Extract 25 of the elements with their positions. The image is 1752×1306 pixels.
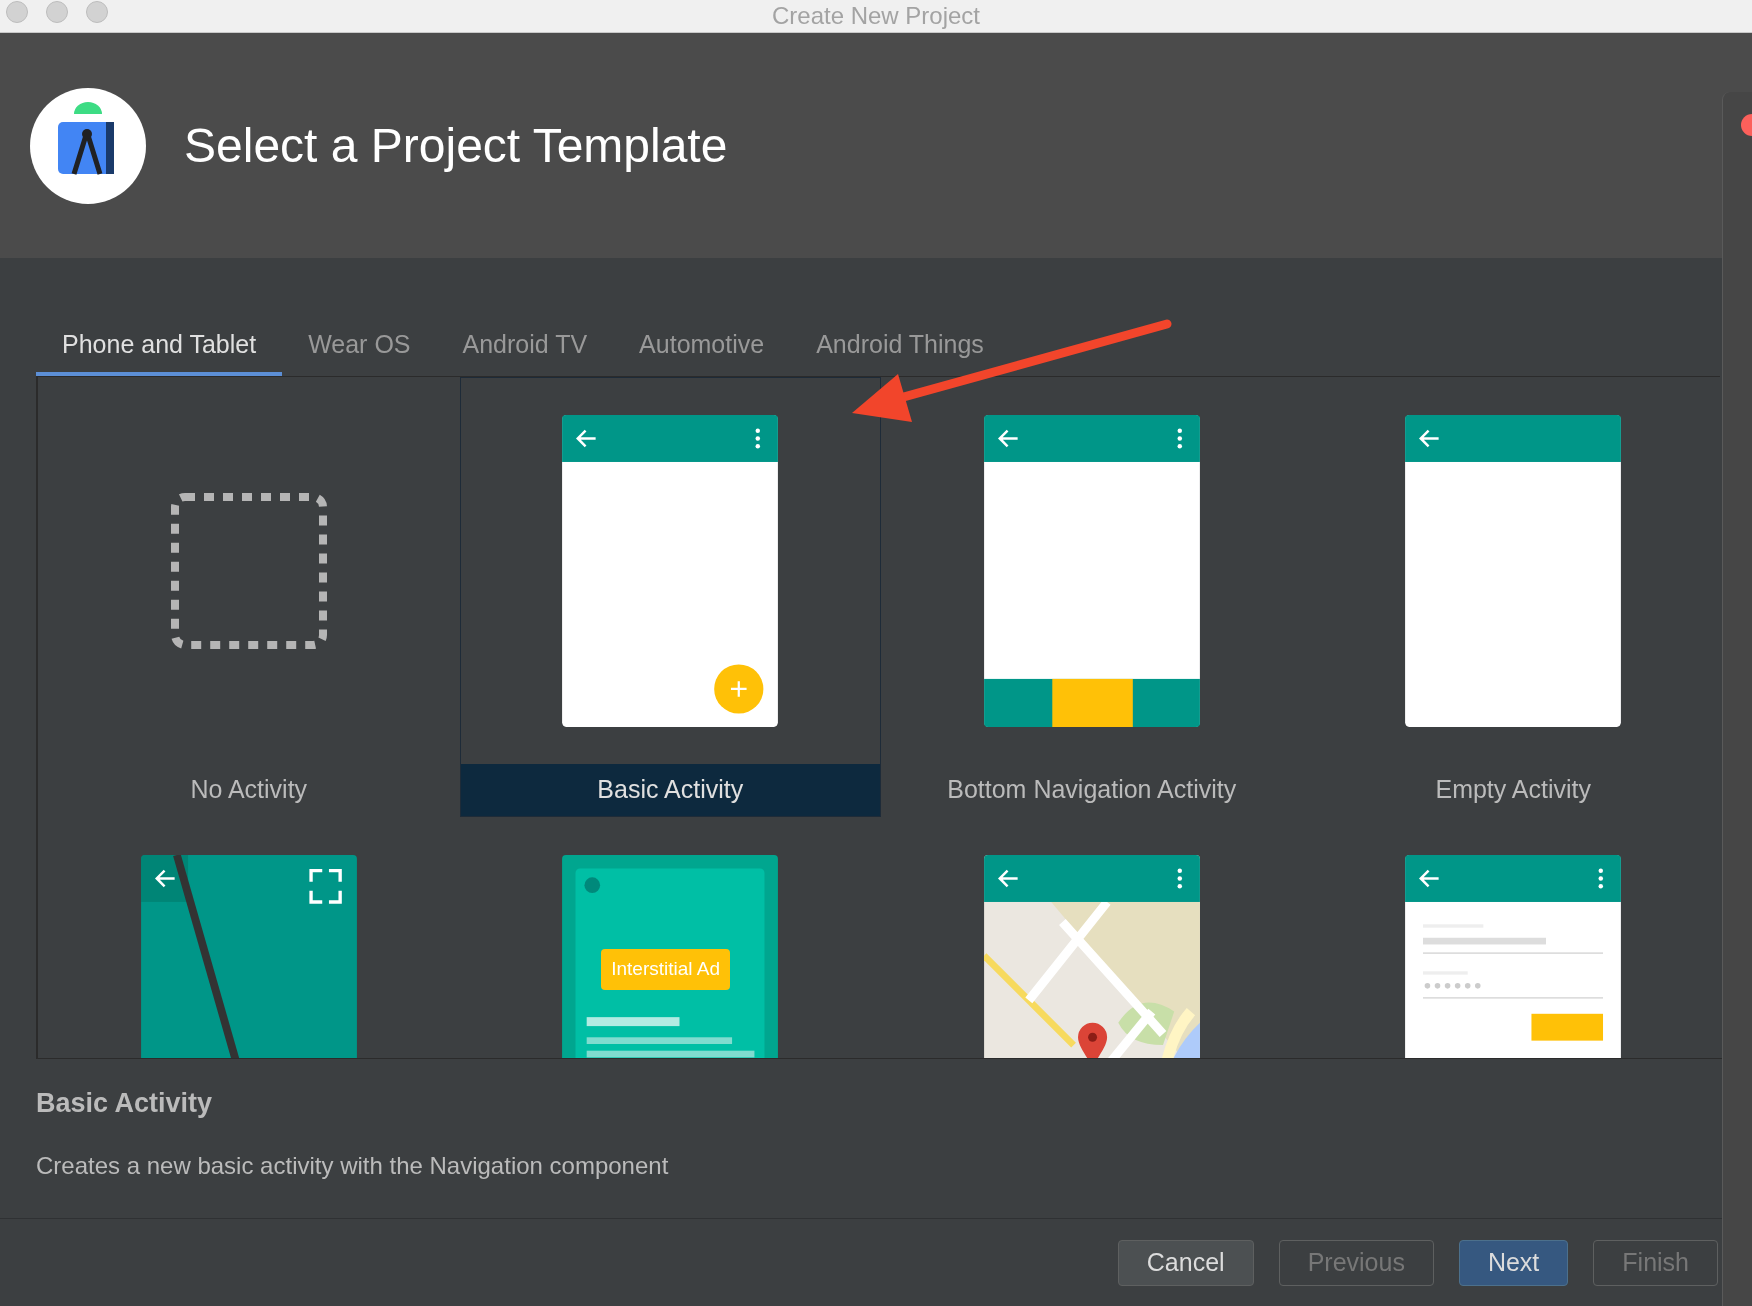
template-label: Empty Activity <box>1435 774 1592 806</box>
template-card[interactable]: Basic Activity <box>459 377 881 817</box>
template-card[interactable]: No Activity <box>38 377 460 817</box>
template-label: Basic Activity <box>597 774 744 806</box>
window-title: Create New Project <box>771 1 981 31</box>
footer-button[interactable]: Next <box>1458 1239 1569 1286</box>
template-card[interactable]: Empty Activity <box>1302 377 1724 817</box>
page-title: Select a Project Template <box>184 117 728 174</box>
template-label: Bottom Navigation Activity <box>947 774 1237 806</box>
compass-logo-icon <box>30 87 146 204</box>
window-control-icon[interactable] <box>86 1 108 23</box>
template-label: No Activity <box>190 774 308 806</box>
template-card[interactable]: Bottom Navigation Activity <box>881 377 1303 817</box>
template-tab[interactable]: Android TV <box>436 318 614 376</box>
template-tab[interactable]: Phone and Tablet <box>36 318 283 376</box>
template-tab[interactable]: Automotive <box>613 318 791 376</box>
window-control-icon[interactable] <box>46 1 68 23</box>
dashed-square-icon <box>168 491 329 651</box>
window-control-icon[interactable] <box>6 1 28 23</box>
description-text: Creates a new basic activity with the Navigation component <box>36 1150 670 1181</box>
footer-button[interactable]: Cancel <box>1117 1239 1254 1286</box>
template-tab[interactable]: Wear OS <box>282 318 437 376</box>
ad-label: Interstitial Ad <box>601 949 731 990</box>
template-tab[interactable]: Android Things <box>790 318 1010 376</box>
description-title: Basic Activity <box>36 1087 214 1120</box>
